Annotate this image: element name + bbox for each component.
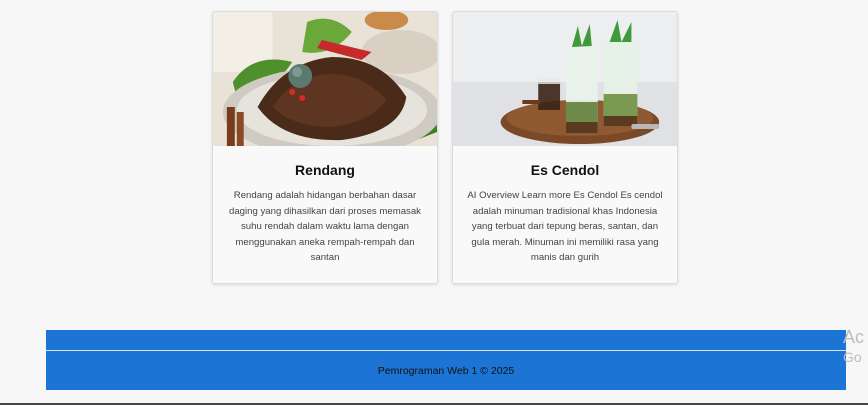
footer: Pemrograman Web 1 © 2025 bbox=[46, 330, 846, 390]
card-description: AI Overview Learn more Es Cendol Es cend… bbox=[467, 190, 663, 263]
page: Rendang Rendang adalah hidangan berbahan… bbox=[0, 0, 868, 405]
footer-divider bbox=[46, 350, 846, 351]
card-es-cendol: Es Cendol AI Overview Learn more Es Cend… bbox=[452, 11, 678, 284]
activation-watermark: Ac Go bbox=[843, 328, 864, 364]
card-title: Es Cendol bbox=[530, 162, 600, 178]
es-cendol-image bbox=[453, 12, 677, 146]
card-description: Rendang adalah hidangan berbahan dasar d… bbox=[229, 190, 421, 263]
watermark-line-2: Go bbox=[843, 349, 862, 365]
rendang-image bbox=[213, 12, 437, 146]
watermark-line-1: Ac bbox=[843, 327, 865, 347]
card-rendang: Rendang Rendang adalah hidangan berbahan… bbox=[212, 11, 438, 284]
footer-copyright: Pemrograman Web 1 © 2025 bbox=[377, 365, 515, 377]
card-title: Rendang bbox=[295, 162, 355, 178]
